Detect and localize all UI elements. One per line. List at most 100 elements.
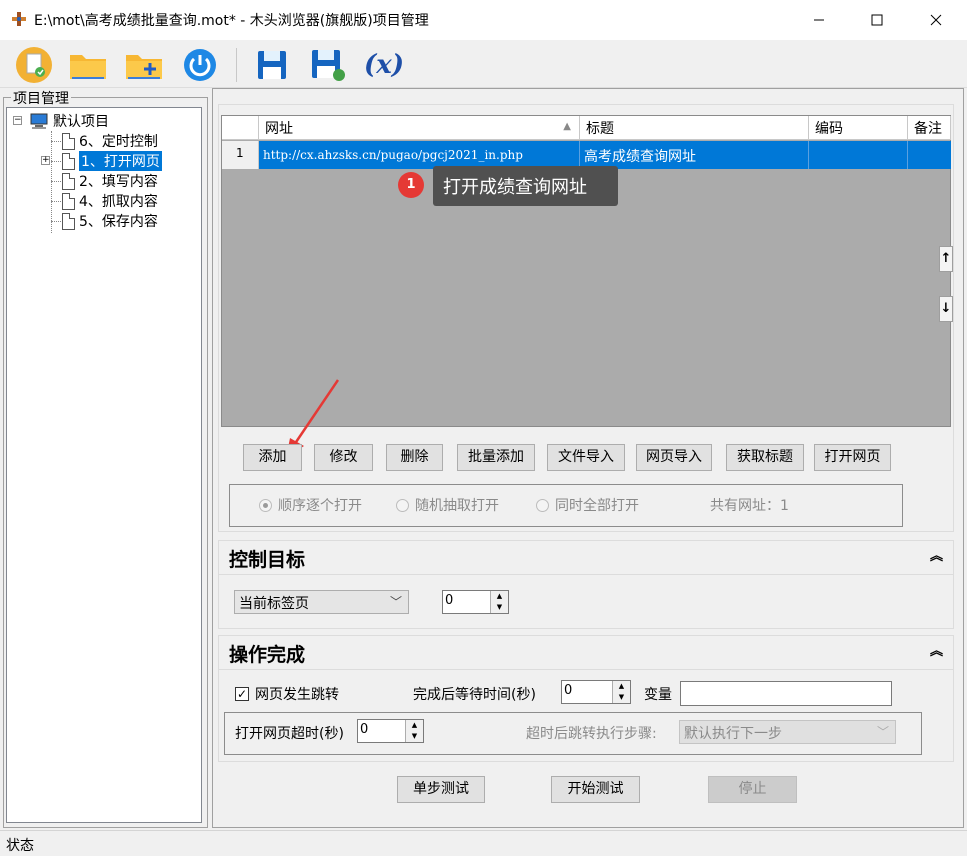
step-badge: 1 bbox=[398, 172, 424, 198]
title-bar: E:\mot\高考成绩批量查询.mot* - 木头浏览器(旗舰版)项目管理 bbox=[0, 0, 967, 40]
radio-selected-icon bbox=[259, 498, 272, 512]
project-tree[interactable]: − + 默认项目 6、定时控制 1、打开网页 2、填写内容 4、抓取内容 5、保… bbox=[6, 107, 202, 823]
maximize-icon[interactable] bbox=[854, 0, 900, 40]
window-title: E:\mot\高考成绩批量查询.mot* - 木头浏览器(旗舰版)项目管理 bbox=[34, 13, 429, 29]
tree-item-fill-content[interactable]: 2、填写内容 bbox=[62, 171, 158, 191]
row-number[interactable]: 1 bbox=[222, 141, 259, 169]
sort-ascending-icon: ▲ bbox=[563, 121, 571, 132]
status-bar: 状态 bbox=[0, 830, 967, 856]
tree-root[interactable]: 默认项目 bbox=[29, 111, 109, 131]
column-header-url[interactable]: 网址 ▲ bbox=[259, 116, 580, 140]
tree-item-save-content[interactable]: 5、保存内容 bbox=[62, 211, 158, 231]
batch-add-button[interactable]: 批量添加 bbox=[457, 444, 535, 471]
page-jump-checkbox[interactable]: ✓ 网页发生跳转 bbox=[235, 684, 339, 704]
tab-index-stepper[interactable]: 0 ▲ ▼ bbox=[442, 590, 509, 614]
chevron-down-icon: ﹀ bbox=[389, 595, 402, 609]
stepper-arrows-icon[interactable]: ▲ ▼ bbox=[612, 681, 630, 703]
edit-button[interactable]: 修改 bbox=[314, 444, 373, 471]
dropdown-value: 当前标签页 bbox=[239, 596, 309, 612]
tree-item-label: 5、保存内容 bbox=[79, 214, 158, 230]
tree-item-label: 6、定时控制 bbox=[79, 134, 158, 150]
new-project-icon[interactable] bbox=[12, 44, 56, 86]
project-panel-title: 项目管理 bbox=[11, 88, 71, 108]
radio-label: 随机抽取打开 bbox=[415, 498, 499, 514]
column-header-encoding[interactable]: 编码 bbox=[809, 116, 908, 140]
save-icon[interactable] bbox=[250, 44, 294, 86]
radio-all-at-once[interactable]: 同时全部打开 bbox=[536, 495, 639, 515]
grid-corner bbox=[222, 116, 259, 140]
webpage-import-button[interactable]: 网页导入 bbox=[636, 444, 712, 471]
checkmark-icon: ✓ bbox=[235, 687, 249, 701]
tree-line bbox=[51, 221, 61, 222]
open-page-button[interactable]: 打开网页 bbox=[814, 444, 891, 471]
close-icon[interactable] bbox=[913, 0, 959, 40]
stepper-arrows-icon[interactable]: ▲ ▼ bbox=[405, 720, 423, 742]
tree-item-open-page[interactable]: 1、打开网页 bbox=[62, 151, 162, 171]
file-import-button[interactable]: 文件导入 bbox=[547, 444, 625, 471]
file-icon bbox=[62, 212, 75, 230]
step-test-button[interactable]: 单步测试 bbox=[397, 776, 485, 803]
cell-title[interactable]: 高考成绩查询网址 bbox=[580, 141, 809, 169]
column-header-title[interactable]: 标题 bbox=[580, 116, 809, 140]
minimize-icon[interactable] bbox=[796, 0, 842, 40]
radio-sequential[interactable]: 顺序逐个打开 bbox=[259, 495, 362, 515]
control-target-section: 控制目标 ︽ bbox=[218, 540, 954, 629]
delete-button[interactable]: 删除 bbox=[386, 444, 443, 471]
tree-line bbox=[51, 141, 61, 142]
double-chevron-up-icon[interactable]: ︽ bbox=[930, 545, 943, 564]
section-title: 控制目标 bbox=[229, 549, 306, 571]
cell-note[interactable] bbox=[908, 141, 951, 169]
file-icon bbox=[62, 132, 75, 150]
radio-icon bbox=[396, 498, 409, 512]
operation-done-header[interactable]: 操作完成 ︽ bbox=[219, 636, 953, 670]
start-test-button[interactable]: 开始测试 bbox=[551, 776, 640, 803]
collapse-icon[interactable]: − bbox=[13, 116, 22, 125]
cell-encoding[interactable] bbox=[809, 141, 908, 169]
tree-item-label: 2、填写内容 bbox=[79, 174, 158, 190]
chevron-down-icon: ﹀ bbox=[876, 725, 889, 739]
tree-line bbox=[51, 131, 52, 233]
tree-root-label: 默认项目 bbox=[53, 114, 109, 130]
fetch-title-button[interactable]: 获取标题 bbox=[726, 444, 804, 471]
url-count-label: 共有网址：1 bbox=[710, 498, 789, 514]
open-folder-icon[interactable] bbox=[66, 44, 110, 86]
stop-button[interactable]: 停止 bbox=[708, 776, 797, 803]
checkbox-label: 网页发生跳转 bbox=[255, 687, 339, 703]
tree-item-timer[interactable]: 6、定时控制 bbox=[62, 131, 158, 151]
radio-random[interactable]: 随机抽取打开 bbox=[396, 495, 499, 515]
tree-line bbox=[51, 161, 61, 162]
app-icon bbox=[10, 10, 28, 28]
expand-icon[interactable]: + bbox=[41, 156, 50, 165]
save-as-icon[interactable] bbox=[306, 44, 350, 86]
file-icon bbox=[62, 172, 75, 190]
wait-time-stepper[interactable]: 0 ▲ ▼ bbox=[561, 680, 631, 704]
stepper-value: 0 bbox=[360, 722, 369, 737]
timeout-label: 打开网页超时(秒) bbox=[235, 726, 344, 742]
column-header-label: 网址 bbox=[265, 121, 293, 137]
cell-url[interactable]: http://cx.ahzsks.cn/pugao/pgcj2021_in.ph… bbox=[259, 141, 580, 169]
power-icon[interactable] bbox=[178, 44, 222, 86]
computer-icon bbox=[29, 113, 49, 129]
radio-icon bbox=[536, 498, 549, 512]
column-header-note[interactable]: 备注 bbox=[908, 116, 951, 140]
stepper-arrows-icon[interactable]: ▲ ▼ bbox=[490, 591, 508, 613]
variable-icon[interactable]: (x) bbox=[362, 44, 406, 86]
add-folder-icon[interactable] bbox=[122, 44, 166, 86]
toolbar-separator bbox=[236, 48, 237, 82]
double-chevron-up-icon[interactable]: ︽ bbox=[930, 640, 943, 659]
tree-line bbox=[51, 201, 61, 202]
timeout-stepper[interactable]: 0 ▲ ▼ bbox=[357, 719, 424, 743]
wait-time-label: 完成后等待时间(秒) bbox=[413, 687, 536, 703]
toolbar: (x) bbox=[0, 40, 967, 88]
radio-label: 顺序逐个打开 bbox=[278, 498, 362, 514]
add-button[interactable]: 添加 bbox=[243, 444, 302, 471]
control-target-header[interactable]: 控制目标 ︽ bbox=[219, 541, 953, 575]
tree-line bbox=[51, 181, 61, 182]
variable-input[interactable] bbox=[680, 681, 892, 706]
tree-item-scrape-content[interactable]: 4、抓取内容 bbox=[62, 191, 158, 211]
timeout-step-dropdown[interactable]: 默认执行下一步 ﹀ bbox=[679, 720, 896, 744]
move-down-button[interactable]: ↓ bbox=[939, 296, 953, 322]
tab-select-dropdown[interactable]: 当前标签页 ﹀ bbox=[234, 590, 409, 614]
move-up-button[interactable]: ↑ bbox=[939, 246, 953, 272]
annotation-tooltip: 打开成绩查询网址 bbox=[433, 166, 618, 206]
